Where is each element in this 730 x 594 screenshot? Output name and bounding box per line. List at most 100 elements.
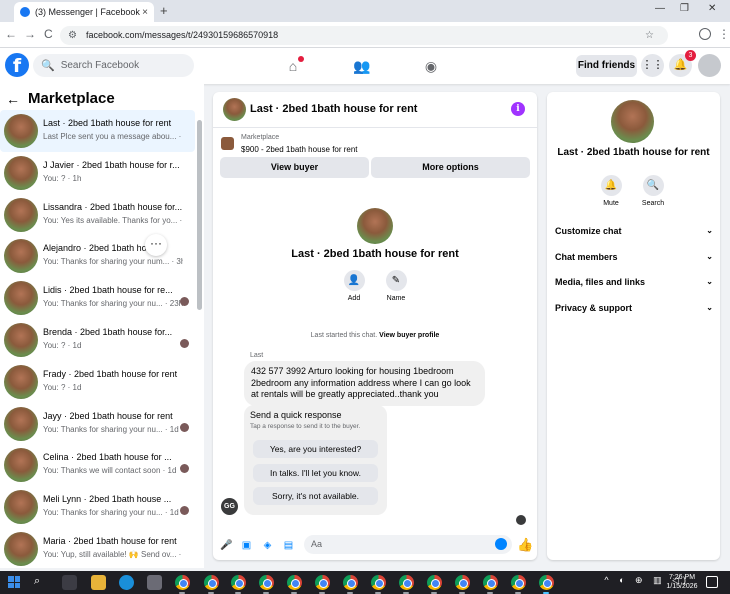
- url-bar[interactable]: ⚙ facebook.com/messages/t/24930159686570…: [60, 26, 668, 45]
- conversation-item[interactable]: Meli Lynn · 2bed 1bath house ... You: Tha…: [0, 486, 195, 528]
- home-icon[interactable]: ⌂: [283, 56, 304, 76]
- conversation-preview: You: ? · 1d: [43, 382, 82, 392]
- media-files-links-row[interactable]: Media, files and links ⌄: [555, 272, 713, 292]
- find-friends-button[interactable]: Find friends: [576, 55, 637, 77]
- conversation-item[interactable]: J Javier · 2bed 1bath house for r... You:…: [0, 152, 195, 194]
- add-action[interactable]: 👤 Add: [334, 270, 374, 302]
- chrome-taskbar-icon[interactable]: [483, 575, 498, 590]
- customize-chat-row[interactable]: Customize chat ⌄: [555, 221, 713, 241]
- chrome-taskbar-icon[interactable]: [315, 575, 330, 590]
- site-info-icon[interactable]: ⚙: [68, 26, 77, 45]
- chrome-taskbar-icon[interactable]: [511, 575, 526, 590]
- app-icon[interactable]: [147, 575, 162, 590]
- conversation-name: Brenda · 2bed 1bath house for...: [43, 327, 173, 337]
- facebook-search-input[interactable]: 🔍 Search Facebook: [33, 54, 194, 77]
- minimize-icon[interactable]: —: [655, 3, 665, 14]
- chat-members-row[interactable]: Chat members ⌄: [555, 247, 713, 267]
- chat-header: Last · 2bed 1bath house for rent i: [213, 92, 537, 128]
- file-explorer-icon[interactable]: [91, 575, 106, 590]
- groups-icon[interactable]: ◉: [421, 56, 441, 76]
- conversation-item[interactable]: Lissandra · 2bed 1bath house for... You: …: [0, 194, 195, 236]
- chrome-taskbar-icon[interactable]: [175, 575, 190, 590]
- chrome-taskbar-icon[interactable]: [427, 575, 442, 590]
- conversation-name: J Javier · 2bed 1bath house for r...: [43, 159, 180, 170]
- view-buyer-profile-link[interactable]: View buyer profile: [379, 332, 439, 339]
- menu-grid-icon[interactable]: ⋮⋮: [641, 54, 664, 77]
- conversation-item[interactable]: Jayy · 2bed 1bath house for rent You: Tha…: [0, 403, 195, 445]
- emoji-icon[interactable]: [495, 538, 507, 550]
- notifications-bell-icon[interactable]: 🔔 3: [669, 50, 696, 77]
- conversation-item[interactable]: Maria · 2bed 1bath house for rent You: Yu…: [0, 528, 195, 568]
- taskbar-search-icon[interactable]: ⌕: [34, 575, 49, 590]
- notifications-badge: 3: [685, 50, 696, 61]
- browser-profile-icon[interactable]: [699, 28, 711, 40]
- chat-title[interactable]: Last · 2bed 1bath house for rent: [250, 103, 417, 115]
- facebook-logo-icon[interactable]: f: [5, 53, 29, 77]
- browser-tab[interactable]: (3) Messenger | Facebook ×: [14, 2, 154, 22]
- chrome-taskbar-icon[interactable]: [343, 575, 358, 590]
- chat-listing-thumbnail[interactable]: [223, 98, 246, 121]
- search-action[interactable]: 🔍 Search: [633, 175, 673, 207]
- conversation-thumbnail: [4, 448, 38, 483]
- message-input[interactable]: Aa: [304, 535, 512, 554]
- notification-center-icon[interactable]: [706, 576, 718, 588]
- name-action[interactable]: ✎ Name: [376, 270, 416, 302]
- info-icon[interactable]: i: [511, 102, 525, 116]
- conversation-thumbnail: [4, 364, 38, 399]
- photo-icon[interactable]: ▣: [240, 539, 253, 552]
- tab-title: (3) Messenger | Facebook: [35, 7, 140, 17]
- windows-start-icon[interactable]: [8, 576, 20, 588]
- taskbar-clock[interactable]: 7:26 PM 1/15/2026: [665, 573, 699, 591]
- chrome-taskbar-icon[interactable]: [259, 575, 274, 590]
- conversation-name: Meli Lynn · 2bed 1bath house ...: [43, 494, 172, 505]
- seen-receipt-avatar: [516, 515, 526, 525]
- edge-icon[interactable]: [119, 575, 134, 590]
- conversation-scrollbar[interactable]: [197, 120, 202, 310]
- close-tab-icon[interactable]: ×: [142, 7, 148, 18]
- back-arrow-icon[interactable]: ←: [6, 91, 20, 107]
- listing-thumbnail: [221, 137, 234, 150]
- conversation-thumbnail: [4, 532, 38, 566]
- conversation-item[interactable]: Brenda · 2bed 1bath house for... You: ? ·…: [0, 319, 195, 361]
- chrome-taskbar-icon[interactable]: [204, 575, 219, 590]
- conversation-item[interactable]: Alejandro · 2bed 1bath house You: Thanks …: [0, 234, 195, 277]
- privacy-support-row[interactable]: Privacy & support ⌄: [555, 298, 713, 318]
- conversation-thumbnail: [4, 239, 38, 274]
- browser-menu-icon[interactable]: ⋮: [718, 27, 730, 41]
- gif-icon[interactable]: ▤: [282, 539, 295, 552]
- conversation-item[interactable]: Celina · 2bed 1bath house for ... You: Th…: [0, 444, 195, 486]
- chrome-taskbar-icon[interactable]: [539, 575, 554, 590]
- back-button[interactable]: ←: [5, 27, 17, 41]
- mute-action[interactable]: 🔔 Mute: [591, 175, 631, 207]
- microphone-icon[interactable]: 🎤: [220, 539, 233, 552]
- chrome-taskbar-icon[interactable]: [455, 575, 470, 590]
- more-options-button[interactable]: More options: [371, 157, 530, 178]
- maximize-icon[interactable]: ❐: [680, 3, 689, 14]
- account-avatar[interactable]: [698, 54, 721, 77]
- bookmark-star-icon[interactable]: ☆: [645, 26, 660, 45]
- view-buyer-button[interactable]: View buyer: [220, 157, 369, 178]
- quick-response-subtitle: Tap a response to send it to the buyer.: [250, 423, 361, 430]
- conversation-item[interactable]: Lidis · 2bed 1bath house for re... You: T…: [0, 277, 195, 319]
- chrome-taskbar-icon[interactable]: [231, 575, 246, 590]
- forward-button[interactable]: →: [24, 27, 36, 41]
- pencil-icon: ✎: [385, 270, 407, 291]
- quick-response-in-talks-button[interactable]: In talks. I'll let you know.: [253, 464, 378, 482]
- conversation-preview: You: Thanks for sharing your nu... · 1d: [43, 424, 179, 434]
- conversation-name: Frady · 2bed 1bath house for rent: [43, 368, 178, 379]
- thumbs-up-icon[interactable]: 👍: [517, 537, 533, 553]
- conversation-item[interactable]: Frady · 2bed 1bath house for rent You: ? …: [0, 361, 195, 403]
- window-close-icon[interactable]: ✕: [708, 3, 716, 14]
- sticker-icon[interactable]: ◈: [261, 539, 274, 552]
- task-view-icon[interactable]: [62, 575, 77, 590]
- new-tab-button[interactable]: +: [160, 3, 168, 18]
- conversation-item[interactable]: Last · 2bed 1bath house for rent Last Plc…: [0, 110, 195, 152]
- chrome-taskbar-icon[interactable]: [371, 575, 386, 590]
- reload-button[interactable]: C: [44, 27, 53, 41]
- friends-icon[interactable]: 👥: [352, 56, 372, 76]
- conversation-preview: Last Plce sent you a message abou... · 5…: [43, 132, 183, 141]
- quick-response-not-available-button[interactable]: Sorry, it's not available.: [253, 487, 378, 505]
- chrome-taskbar-icon[interactable]: [287, 575, 302, 590]
- chrome-taskbar-icon[interactable]: [399, 575, 414, 590]
- quick-response-yes-button[interactable]: Yes, are you interested?: [253, 440, 378, 458]
